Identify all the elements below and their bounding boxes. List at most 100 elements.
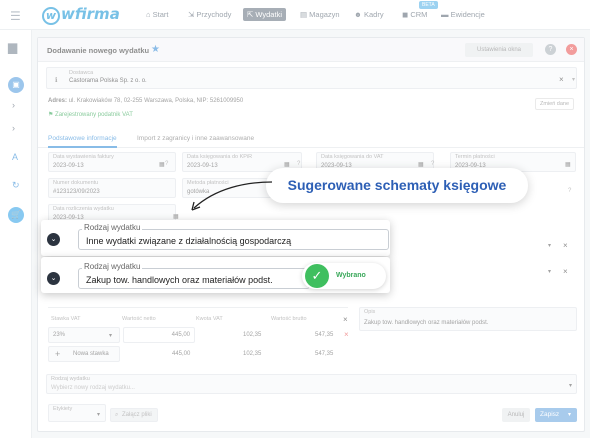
chevron-right-icon[interactable]: ›	[12, 123, 15, 133]
document-number-label: Numer dokumentu	[53, 180, 99, 186]
change-data-button[interactable]: Zmień dane	[535, 98, 575, 110]
nav-ewidencje[interactable]: ▬ Ewidencje	[441, 10, 485, 19]
info-icon: ℹ	[55, 77, 58, 84]
expense-type-label: Rodzaj wydatku	[82, 223, 143, 232]
attach-files-button[interactable]: ⌕ Załącz pliki	[110, 408, 158, 422]
vat-payer-status: ⚑ Zarejestrowany podatnik VAT	[48, 112, 133, 118]
save-button[interactable]: Zapisz ▾	[535, 408, 577, 422]
expense-type-value: Inne wydatki związane z działalnością go…	[86, 236, 292, 246]
save-label: Zapisz	[540, 411, 560, 418]
suggested-schemes-callout: Sugerowane schematy księgowe	[266, 168, 528, 203]
calendar-icon[interactable]: ▦	[173, 213, 179, 220]
settlement-date-label: Data rozliczenia wydatku	[53, 206, 114, 212]
arrow-icon	[191, 181, 273, 211]
chosen-label: Wybrano	[336, 272, 366, 279]
star-icon[interactable]: ★	[151, 44, 160, 55]
tab-basic[interactable]: Podstawowe informacje	[48, 135, 117, 148]
cart-icon[interactable]: 🛒	[8, 207, 24, 223]
sum-net: 445,00	[172, 351, 191, 357]
help-icon[interactable]: ?	[431, 161, 434, 167]
logo-text: wfirma	[61, 5, 120, 23]
close-icon[interactable]: ×	[343, 315, 348, 324]
top-navigation: ☰ w wfirma ⌂ Start ⇲ Przychody ⇱ Wydatki …	[0, 0, 590, 30]
caret-down-icon[interactable]: ▾	[572, 76, 575, 83]
net-value: 445,00	[171, 332, 190, 338]
calendar-icon[interactable]: ▦	[565, 161, 571, 168]
remove-icon[interactable]: ×	[563, 267, 568, 276]
header-net: Wartość netto	[122, 316, 156, 322]
address-value: ul. Krakowiaków 78, 02-255 Warszawa, Pol…	[68, 98, 244, 104]
paperclip-icon: ⌕	[115, 412, 119, 418]
new-rate-button[interactable]: + Nowa stawka	[48, 346, 120, 362]
issue-date-label: Data wystawienia faktury	[53, 154, 114, 160]
supplier-field[interactable]: Dostawca ℹ Castorama Polska Sp. z o. o. …	[46, 67, 577, 89]
warehouse-icon: ▤	[300, 10, 310, 19]
nav-crm[interactable]: ◼ CRM	[402, 10, 427, 19]
caret-down-icon: ▾	[109, 333, 113, 339]
font-icon[interactable]: A	[12, 152, 18, 162]
caret-down-icon[interactable]: ▾	[548, 242, 551, 249]
remove-icon[interactable]: ×	[563, 241, 568, 250]
dialog-title: Dodawanie nowego wydatku	[47, 46, 150, 55]
description-field[interactable]: Opis Zakup tow. handlowych oraz materiał…	[359, 307, 577, 331]
issue-date-field[interactable]: Data wystawienia faktury 2023-09-13 ▦	[48, 152, 176, 172]
beta-badge: BETA	[419, 1, 438, 9]
vat-amount: 102,35	[243, 332, 262, 338]
help-icon[interactable]: ?	[545, 44, 556, 55]
caret-down-icon[interactable]: ▾	[568, 411, 571, 418]
kpir-date-value: 2023-09-13	[187, 163, 218, 169]
tabs: Podstawowe informacje Import z zagranicy…	[38, 130, 584, 148]
clear-icon[interactable]: ×	[559, 75, 564, 84]
tags-label: Etykiety	[53, 406, 73, 412]
gross-value: 547,35	[315, 332, 334, 338]
caret-down-icon[interactable]: ▾	[548, 268, 551, 275]
logo[interactable]: w wfirma	[42, 5, 120, 25]
vat-date-label: Data księgowania do VAT	[321, 154, 384, 160]
document-number-field[interactable]: Numer dokumentu #123123/09/2023	[48, 178, 176, 198]
nav-start[interactable]: ⌂ Start	[146, 10, 168, 19]
nav-kadry[interactable]: ☻ Kadry	[354, 10, 384, 19]
nav-przychody[interactable]: ⇲ Przychody	[188, 10, 231, 19]
description-label: Opis	[364, 309, 376, 315]
nav-wydatki[interactable]: ⇱ Wydatki	[243, 8, 286, 21]
expense-type-field[interactable]: Rodzaj wydatku Wybierz nowy rodzaj wydat…	[46, 374, 577, 394]
folder-icon: ▬	[441, 10, 451, 19]
supplier-value: Castorama Polska Sp. z o. o.	[69, 78, 147, 84]
cancel-button[interactable]: Anuluj	[502, 408, 530, 422]
dialog-header: Dodawanie nowego wydatku ★ Ustawienia ok…	[38, 38, 584, 62]
attach-files-label: Załącz pliki	[122, 412, 152, 418]
chevron-down-icon[interactable]: ⌄	[47, 233, 60, 246]
chevron-down-icon[interactable]: ⌄	[47, 272, 60, 285]
description-value: Zakup tow. handlowych oraz materiałów po…	[364, 320, 489, 326]
people-icon: ☻	[354, 10, 364, 19]
calendar-icon[interactable]: ▣	[8, 77, 24, 93]
delete-row-icon[interactable]: ×	[344, 330, 349, 339]
caret-down-icon: ▾	[97, 412, 101, 418]
chosen-badge: ✓ Wybrano	[302, 263, 386, 289]
home-icon: ⌂	[146, 10, 153, 19]
flag-icon: ⚑	[48, 112, 56, 118]
calendar-icon[interactable]: ▦	[159, 161, 165, 168]
close-icon[interactable]: ×	[566, 44, 577, 55]
expense-type-label: Rodzaj wydatku	[51, 376, 90, 382]
document-number-value: #123123/09/2023	[53, 189, 100, 195]
kpir-date-label: Data księgowania do KPiR	[187, 154, 253, 160]
expense-type-label: Rodzaj wydatku	[82, 262, 143, 271]
tags-select[interactable]: Etykiety ▾	[48, 404, 106, 422]
calendar-icon[interactable]: ▦	[284, 161, 290, 168]
nav-magazyn[interactable]: ▤ Magazyn	[300, 10, 340, 19]
vat-rate-value: 23%	[53, 332, 66, 338]
net-value-input[interactable]: 445,00	[123, 327, 195, 343]
refresh-icon[interactable]: ↻	[12, 180, 20, 191]
help-icon[interactable]: ?	[297, 161, 300, 167]
vat-rate-select[interactable]: 23% ▾	[48, 327, 120, 343]
window-settings-button[interactable]: Ustawienia okna	[465, 43, 533, 57]
menu-icon[interactable]: ☰	[10, 9, 21, 23]
calendar-icon[interactable]: ▦	[418, 161, 424, 168]
tab-import[interactable]: Import z zagranicy i inne zaawansowane	[137, 135, 254, 142]
sum-vat: 102,35	[243, 351, 262, 357]
briefcase-icon[interactable]: ▆	[8, 40, 17, 54]
chevron-right-icon[interactable]: ›	[12, 100, 15, 110]
help-icon[interactable]: ?	[165, 161, 168, 167]
help-icon[interactable]: ?	[568, 188, 571, 194]
